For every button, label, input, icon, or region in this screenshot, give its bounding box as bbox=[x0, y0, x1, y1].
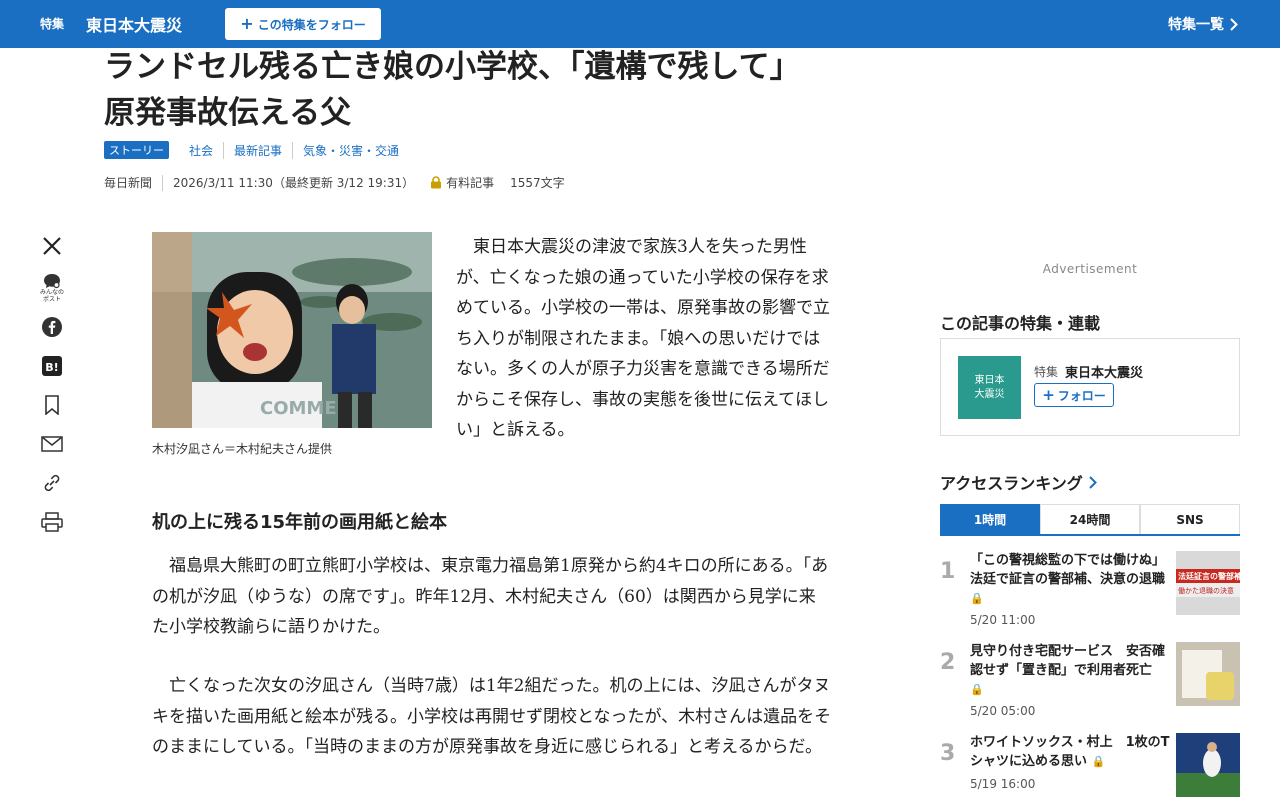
ranking-date: 5/20 11:00 bbox=[970, 613, 1036, 627]
article-paragraph: 亡くなった次女の汐凪さん（当時7歳）は1年2組だった。机の上には、汐凪さんがタヌ… bbox=[152, 676, 832, 757]
ranking-title: 「この警視総監の下では働けぬ」法廷で証言の警部補、決意の退職 bbox=[970, 553, 1166, 587]
feature-name[interactable]: 東日本大震災 bbox=[1065, 362, 1143, 381]
tab-sns[interactable]: SNS bbox=[1140, 504, 1240, 534]
photo-shirt-text: COMME bbox=[260, 398, 337, 419]
hatena-bookmark-icon[interactable]: B! bbox=[38, 352, 66, 380]
feature-thumb-line-1: 東日本 bbox=[974, 374, 1005, 386]
feature-follow-label: フォロー bbox=[1057, 388, 1106, 403]
article-paragraph: 福島県大熊町の町立熊町小学校は、東京電力福島第1原発から約4キロの所にある。「あ… bbox=[152, 556, 829, 637]
follow-feature-label: この特集をフォロー bbox=[257, 17, 366, 32]
lock-icon: 🔒 bbox=[970, 683, 984, 696]
ranking-thumbnail: 法廷証言の警部補 働かた退職の決意 bbox=[1176, 551, 1240, 615]
minna-caption-1: みんなの bbox=[39, 289, 64, 296]
article-photo: COMME bbox=[152, 232, 432, 428]
feature-follow-button[interactable]: + フォロー bbox=[1034, 383, 1114, 407]
lock-icon bbox=[431, 176, 442, 189]
follow-feature-button[interactable]: + この特集をフォロー bbox=[225, 8, 381, 40]
headline-line-2: 原発事故伝える父 bbox=[104, 95, 352, 131]
article-tags: ストーリー 社会 最新記事 気象・災害・交通 bbox=[104, 141, 409, 159]
svg-text:B!: B! bbox=[45, 361, 58, 374]
feature-list-label: 特集一覧 bbox=[1168, 17, 1224, 33]
ranking-number: 3 bbox=[940, 741, 956, 766]
lock-icon: 🔒 bbox=[970, 592, 984, 605]
article-headline: ランドセル残る亡き娘の小学校、「遺構で残して」 原発事故伝える父 bbox=[104, 44, 904, 136]
ranking-thumbnail-text-2: 働かた退職の決意 bbox=[1178, 587, 1234, 595]
tab-1-hour[interactable]: 1時間 bbox=[940, 504, 1040, 534]
ranking-heading-link[interactable]: アクセスランキング bbox=[940, 470, 1097, 494]
article-source: 毎日新聞 bbox=[104, 176, 153, 190]
tag-weather-disaster[interactable]: 気象・災害・交通 bbox=[292, 141, 409, 159]
plus-icon: + bbox=[1042, 385, 1055, 404]
ranking-number: 1 bbox=[940, 559, 956, 584]
paid-article-label: 有料記事 bbox=[446, 176, 495, 190]
feature-thumbnail: 東日本 大震災 bbox=[958, 356, 1021, 419]
feature-list-link[interactable]: 特集一覧 bbox=[1168, 14, 1238, 34]
chevron-right-icon bbox=[1089, 475, 1097, 489]
tab-24-hours[interactable]: 24時間 bbox=[1040, 504, 1140, 534]
ranking-date: 5/19 16:00 bbox=[970, 777, 1036, 791]
ranking-thumbnail bbox=[1176, 642, 1240, 706]
x-share-icon[interactable] bbox=[38, 232, 66, 260]
mail-icon[interactable] bbox=[38, 430, 66, 458]
ranking-item[interactable]: 3 ホワイトソックス・村上 1枚のTシャツに込める思い 🔒 5/19 16:00 bbox=[940, 733, 1240, 800]
article-date: 2026/3/11 11:30（最終更新 3/12 19:31） bbox=[173, 176, 415, 190]
article-lead-paragraph: 東日本大震災の津波で家族3人を失った男性が、亡くなった娘の通っていた小学校の保存… bbox=[456, 237, 830, 440]
ranking-date: 5/20 05:00 bbox=[970, 704, 1036, 718]
plus-icon: + bbox=[240, 14, 254, 33]
ranking-title: ホワイトソックス・村上 1枚のTシャツに込める思い bbox=[970, 735, 1170, 769]
minna-no-post-icon[interactable]: みんなの ポスト bbox=[38, 271, 66, 305]
ranking-thumbnail-text-1: 法廷証言の警部補 bbox=[1178, 572, 1240, 581]
ranking-thumbnail bbox=[1176, 733, 1240, 797]
divider bbox=[162, 174, 164, 191]
tag-society[interactable]: 社会 bbox=[181, 142, 223, 159]
ranking-tabs: 1時間 24時間 SNS bbox=[940, 504, 1240, 536]
chevron-right-icon bbox=[1230, 17, 1238, 31]
ranking-item[interactable]: 1 「この警視総監の下では働けぬ」法廷で証言の警部補、決意の退職 🔒 5/20 … bbox=[940, 551, 1240, 631]
headline-line-1: ランドセル残る亡き娘の小学校、「遺構で残して」 bbox=[104, 49, 801, 85]
feature-section-heading: この記事の特集・連載 bbox=[940, 314, 1101, 333]
ranking-title: 見守り付き宅配サービス 安否確認せず「置き配」で利用者死亡 bbox=[970, 644, 1166, 678]
link-icon[interactable] bbox=[38, 469, 66, 497]
feature-label: 特集 bbox=[40, 17, 65, 31]
ranking-heading: アクセスランキング bbox=[940, 474, 1083, 493]
minna-caption-2: ポスト bbox=[42, 296, 61, 303]
facebook-share-icon[interactable] bbox=[38, 313, 66, 341]
print-icon[interactable] bbox=[38, 508, 66, 536]
article-meta: 毎日新聞 2026/3/11 11:30（最終更新 3/12 19:31） 有料… bbox=[104, 174, 565, 191]
photo-caption: 木村汐凪さん＝木村紀夫さん提供 bbox=[152, 442, 333, 456]
tag-latest[interactable]: 最新記事 bbox=[223, 141, 292, 159]
bookmark-icon[interactable] bbox=[38, 391, 66, 419]
story-badge: ストーリー bbox=[104, 141, 169, 159]
char-count: 1557文字 bbox=[510, 176, 565, 190]
feature-card[interactable]: 東日本 大震災 特集 東日本大震災 + フォロー bbox=[940, 338, 1240, 436]
lock-icon: 🔒 bbox=[1091, 755, 1106, 768]
feature-type-label: 特集 bbox=[1034, 365, 1059, 379]
top-bar: 特集 東日本大震災 + この特集をフォロー 特集一覧 bbox=[0, 0, 1280, 48]
ranking-item[interactable]: 2 見守り付き宅配サービス 安否確認せず「置き配」で利用者死亡 🔒 5/20 0… bbox=[940, 642, 1240, 722]
feature-thumb-line-2: 大震災 bbox=[974, 388, 1005, 400]
advertisement-label: Advertisement bbox=[1042, 262, 1138, 276]
article-subheading: 机の上に残る15年前の画用紙と絵本 bbox=[152, 512, 448, 533]
ranking-number: 2 bbox=[940, 650, 956, 675]
feature-title-link[interactable]: 東日本大震災 bbox=[86, 12, 182, 36]
share-column: みんなの ポスト B! bbox=[38, 232, 66, 547]
